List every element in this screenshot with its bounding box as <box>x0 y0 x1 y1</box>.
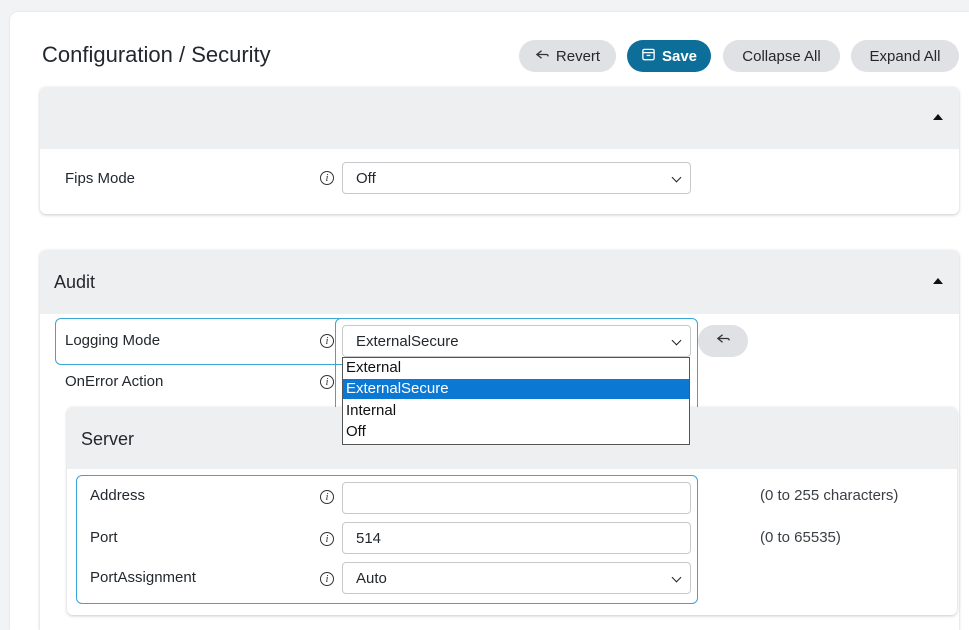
fips-mode-value: Off <box>356 169 376 187</box>
info-icon[interactable]: i <box>320 375 334 389</box>
info-icon[interactable]: i <box>320 171 334 185</box>
chevron-down-icon <box>671 335 682 346</box>
audit-panel-header[interactable]: Audit <box>40 250 959 314</box>
logging-mode-value: ExternalSecure <box>356 332 459 350</box>
port-hint: (0 to 65535) <box>760 529 841 546</box>
port-assignment-value: Auto <box>356 569 387 587</box>
expand-all-button[interactable]: Expand All <box>851 40 959 72</box>
info-icon[interactable]: i <box>320 572 334 586</box>
save-label: Save <box>661 47 698 65</box>
save-button[interactable]: Save <box>627 40 711 72</box>
address-label: Address <box>90 487 146 504</box>
logging-mode-revert-button[interactable] <box>698 325 748 357</box>
fips-mode-select[interactable]: Off <box>342 162 691 194</box>
chevron-down-icon <box>671 172 682 183</box>
port-value: 514 <box>356 529 382 547</box>
info-icon[interactable]: i <box>320 532 334 546</box>
revert-label: Revert <box>555 47 601 65</box>
fips-mode-label: Fips Mode <box>65 170 136 187</box>
caret-up-icon[interactable] <box>933 278 943 284</box>
port-assignment-label: PortAssignment <box>90 569 196 586</box>
dropdown-option-externalsecure[interactable]: ExternalSecure <box>343 379 689 399</box>
dropdown-option-internal[interactable]: Internal <box>343 401 689 421</box>
server-title: Server <box>81 429 135 449</box>
info-icon[interactable]: i <box>320 334 334 348</box>
logging-mode-select[interactable]: ExternalSecure <box>342 325 691 357</box>
port-assignment-select[interactable]: Auto <box>342 562 691 594</box>
collapse-all-button[interactable]: Collapse All <box>723 40 840 72</box>
address-hint: (0 to 255 characters) <box>760 487 899 504</box>
general-panel: Fips Mode i Off <box>40 87 959 214</box>
caret-up-icon[interactable] <box>933 114 943 120</box>
dropdown-option-off[interactable]: Off <box>343 422 689 442</box>
dropdown-option-external[interactable]: External <box>343 358 689 378</box>
revert-arrow-icon <box>716 331 731 351</box>
audit-title: Audit <box>54 272 96 292</box>
revert-arrow-icon <box>535 47 550 66</box>
save-archive-icon <box>641 47 656 66</box>
logging-mode-label: Logging Mode <box>65 332 161 349</box>
on-error-action-label: OnError Action <box>65 373 164 390</box>
expand-all-label: Expand All <box>869 47 941 65</box>
info-icon[interactable]: i <box>320 490 334 504</box>
general-panel-header[interactable] <box>40 87 959 149</box>
port-input[interactable]: 514 <box>342 522 691 554</box>
revert-button[interactable]: Revert <box>519 40 616 72</box>
address-input[interactable] <box>342 482 691 514</box>
page-title: Configuration / Security <box>42 42 271 67</box>
collapse-all-label: Collapse All <box>742 47 821 65</box>
chevron-down-icon <box>671 572 682 583</box>
port-label: Port <box>90 529 118 546</box>
logging-mode-dropdown-list: External ExternalSecure Internal Off <box>342 357 690 445</box>
